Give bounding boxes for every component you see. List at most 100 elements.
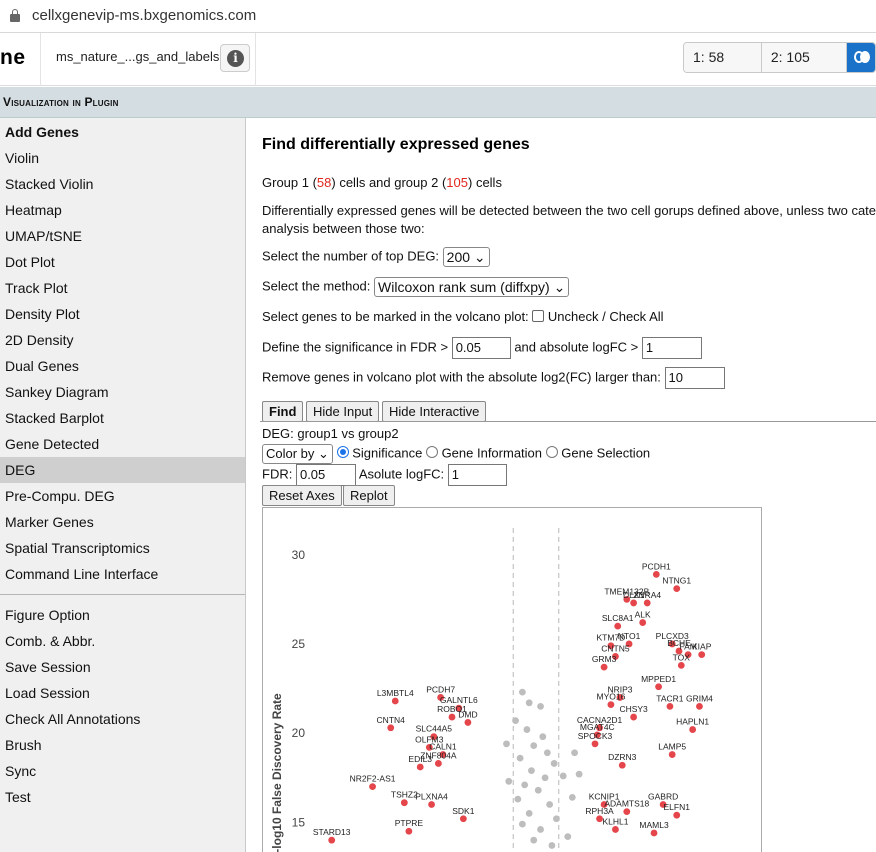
gene-label: SLC44A5	[416, 724, 453, 734]
nonsignificant-point	[516, 754, 524, 762]
significant-point	[369, 783, 376, 791]
volcano-plot-svg[interactable]: 15 20 25 30 -log10 False Discovery Rate PCDH1…	[263, 508, 763, 852]
app-header: ne ms_nature_...gs_and_labels i 1: 58 ce…	[0, 33, 876, 86]
gene-selection-radio[interactable]	[545, 446, 558, 459]
significant-point	[428, 801, 435, 808]
gene-information-radio[interactable]	[425, 446, 438, 459]
color-by-select[interactable]: Color by ⌄	[262, 444, 333, 464]
mark-genes-row: Select genes to be marked in the volcano…	[262, 309, 664, 324]
gene-label: GRIM4	[686, 693, 713, 703]
sidebar-item-test[interactable]: Test	[0, 784, 245, 810]
significant-point	[689, 726, 697, 733]
volcano-plot[interactable]: 15 20 25 30 -log10 False Discovery Rate PCDH1…	[262, 507, 762, 852]
reset-axes-button[interactable]: Reset Axes	[262, 485, 342, 506]
hide-input-button[interactable]: Hide Input	[306, 401, 380, 422]
check-all-checkbox[interactable]	[532, 310, 545, 322]
significant-point	[696, 702, 703, 710]
fdr-label: Define the significance in FDR >	[262, 339, 449, 355]
significance-radio[interactable]	[336, 446, 349, 459]
info-icon: i	[227, 50, 244, 67]
significant-point	[652, 570, 660, 578]
sidebar-item-umap-tsne[interactable]: UMAP/tSNE	[0, 223, 245, 249]
sidebar-item-dot-plot[interactable]: Dot Plot	[0, 249, 245, 275]
plot-logfc-input[interactable]: 1	[447, 464, 507, 486]
plot-fdr-input[interactable]: 0.05	[295, 464, 356, 486]
header-divider	[40, 33, 41, 86]
dataset-name: ms_nature_...gs_and_labels	[56, 49, 220, 64]
gene-label: LAMP5	[658, 742, 686, 752]
venn-toggle-icon[interactable]	[846, 43, 875, 72]
method-label: Select the method:	[262, 278, 371, 294]
significant-point	[618, 761, 626, 769]
fdr-input[interactable]: 0.05	[451, 337, 511, 359]
sidebar-item-stacked-violin[interactable]: Stacked Violin	[0, 171, 245, 197]
sidebar-item-figure-option[interactable]: Figure Option	[0, 602, 245, 628]
sidebar-item-command-line-interface[interactable]: Command Line Interface	[0, 561, 245, 587]
sidebar-item-deg[interactable]: DEG	[0, 457, 245, 483]
significant-point	[668, 751, 676, 758]
sidebar-item-load-session[interactable]: Load Session	[0, 680, 245, 706]
y-tick-label: 25	[292, 637, 306, 651]
cell-group-1-button[interactable]: 1: 58 cells	[684, 43, 762, 72]
sidebar-item-spatial-transcriptomics[interactable]: Spatial Transcriptomics	[0, 535, 245, 561]
significant-point	[591, 740, 599, 748]
replot-button[interactable]: Replot	[343, 485, 395, 506]
nonsignificant-point	[512, 717, 519, 725]
sidebar-item-add-genes[interactable]: Add Genes	[0, 119, 245, 145]
mark-genes-label: Select genes to be marked in the volcano…	[262, 309, 529, 324]
sidebar-item-marker-genes[interactable]: Marker Genes	[0, 509, 245, 535]
sidebar-item-track-plot[interactable]: Track Plot	[0, 275, 245, 301]
max-logfc-input[interactable]: 10	[664, 367, 725, 389]
significant-point	[614, 622, 622, 630]
nonsignificant-point	[550, 760, 558, 767]
dataset-info-button[interactable]: i	[220, 44, 250, 72]
hide-interactive-button[interactable]: Hide Interactive	[382, 401, 487, 422]
significant-point	[448, 713, 456, 721]
gene-label: SLC8A1	[602, 613, 634, 623]
nonsignificant-point	[546, 801, 554, 808]
section-divider	[260, 421, 876, 422]
sidebar-item-check-all-annotations[interactable]: Check All Annotations	[0, 706, 245, 732]
gene-label: TACR1	[656, 693, 684, 703]
find-button[interactable]: Find	[262, 401, 304, 422]
sidebar-item-heatmap[interactable]: Heatmap	[0, 197, 245, 223]
gene-label: DMD	[458, 709, 477, 719]
gene-label: MYO16	[596, 692, 625, 702]
top-deg-select[interactable]: 200 ⌄	[442, 247, 490, 267]
significant-point	[405, 827, 413, 835]
significant-point	[400, 799, 408, 807]
sidebar-item-comb-abbr[interactable]: Comb. & Abbr.	[0, 628, 245, 654]
sidebar-item-gene-detected[interactable]: Gene Detected	[0, 431, 245, 457]
logfc-input[interactable]: 1	[641, 337, 702, 359]
sidebar-item-stacked-barplot[interactable]: Stacked Barplot	[0, 405, 245, 431]
browser-address-bar[interactable]: cellxgenevip-ms.bxgenomics.com	[0, 0, 876, 33]
sidebar-item-density-plot[interactable]: Density Plot	[0, 301, 245, 327]
chevron-down-icon: ⌄	[553, 279, 566, 295]
nonsignificant-point	[525, 699, 533, 707]
significant-point	[387, 724, 395, 732]
significant-point	[612, 826, 619, 833]
nonsignificant-point	[523, 726, 531, 733]
gene-label: KIAP	[692, 642, 712, 652]
header-divider-2	[255, 33, 256, 86]
gene-label: PCDH7	[426, 684, 455, 694]
sidebar-item-sync[interactable]: Sync	[0, 758, 245, 784]
sidebar-item-brush[interactable]: Brush	[0, 732, 245, 758]
sidebar-item-dual-genes[interactable]: Dual Genes	[0, 353, 245, 379]
sidebar-item-violin[interactable]: Violin	[0, 145, 245, 171]
sidebar-item-pre-compu-deg[interactable]: Pre-Compu. DEG	[0, 483, 245, 509]
method-select[interactable]: Wilcoxon rank sum (diffxpy) ⌄	[374, 277, 570, 297]
nonsignificant-point	[553, 815, 560, 823]
sidebar-item-2d-density[interactable]: 2D Density	[0, 327, 245, 353]
sidebar-item-save-session[interactable]: Save Session	[0, 654, 245, 680]
nonsignificant-point	[530, 742, 538, 750]
gene-label: PCDH1	[642, 561, 671, 571]
url-text[interactable]: cellxgenevip-ms.bxgenomics.com	[32, 7, 256, 24]
significant-point	[623, 808, 631, 816]
significant-point	[666, 702, 674, 710]
sidebar-item-sankey-diagram[interactable]: Sankey Diagram	[0, 379, 245, 405]
significant-point	[650, 829, 658, 837]
significant-point	[639, 619, 647, 626]
significant-point	[655, 683, 662, 691]
cell-group-2-button[interactable]: 2: 105 cells	[761, 43, 847, 72]
